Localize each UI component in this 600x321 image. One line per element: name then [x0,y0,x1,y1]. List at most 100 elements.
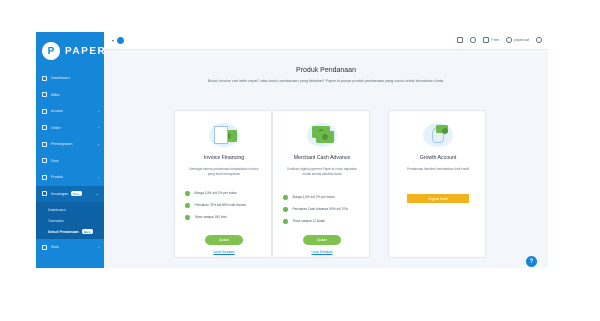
app-window: P PAPER Dashboard Mitra Invoice › Order › … [36,32,548,268]
invoice-illustration [209,123,239,147]
chevron-down-icon: ⌄ [95,191,99,197]
coming-soon-ribbon: Segera Hadir [407,194,469,203]
bell-icon[interactable] [457,37,464,43]
sidebar-item-pembayaran[interactable]: Pembayaran › [36,136,104,153]
chevron-right-icon: › [97,108,99,114]
help-chat-button[interactable]: ? [526,256,537,267]
dashboard-icon [42,75,47,81]
sidebar-item-label: Dashboard [51,76,70,81]
dropdown-caret-icon: ▾ [112,38,115,43]
apply-button[interactable]: Ajukan [303,235,341,245]
sidebar-item-stok-bottom[interactable]: Stok › [36,239,104,256]
sidebar-item-produk[interactable]: Produk › [36,169,104,186]
money-icon [316,131,334,143]
home-icon [483,37,490,43]
card-title: Invoice Financing [203,155,245,161]
sidebar-item-mitra[interactable]: Mitra [36,87,104,104]
check-icon [283,207,288,212]
company-selector[interactable]: ▾ [112,37,125,44]
sidebar-item-label: Mitra [51,92,60,97]
card-description: Berbagai skema pendanaan berbasiskan Inv… [189,167,259,176]
submenu-label: Transaksi [48,218,64,223]
sidebar-item-keuangan[interactable]: Keuangan Baru ⌄ [36,185,104,202]
card-invoice-financing: Invoice Financing Berbagai skema pendana… [174,110,272,258]
sidebar: P PAPER Dashboard Mitra Invoice › Order › … [36,32,106,268]
cart-icon [42,125,47,131]
feature-text: Pencairan 75% s/d 80% nilai Invoice [194,203,247,208]
product-icon [42,174,47,180]
brand-logo[interactable]: P PAPER [42,42,106,60]
document-icon [214,126,228,144]
new-badge: Baru [71,191,82,197]
submenu-label: Dashboard [48,207,66,212]
account-label: papercat [514,38,529,42]
simulation-link[interactable]: Lihat Simulasi [175,250,273,254]
apply-button[interactable]: Ajukan [205,235,243,245]
brand-name: PAPER [65,45,107,57]
card-merchant-cash-advance: Merchant Cash Advance Suntikan digital p… [272,110,370,258]
check-icon [185,215,190,220]
feature-text: Bunga 1,5% s/d 2% per bulan [292,195,335,200]
sidebar-item-label: Produk [51,175,64,180]
logo-letter: P [47,45,55,57]
box-icon [42,244,47,250]
card-description: Suntikan digital payment Paper.id untuk … [287,167,357,176]
growth-illustration [423,123,453,147]
cash-illustration [307,123,337,147]
wallet-icon [42,191,47,197]
sidebar-menu: Dashboard Mitra Invoice › Order › Pembayar… [36,70,104,256]
feature-item: Bunga 1,5% s/d 2% per bulan [283,195,367,200]
help-icon[interactable] [470,37,477,43]
feature-text: Bunga 1,5% s/d 2% per bulan [194,191,237,196]
feature-item: Bunga 1,5% s/d 2% per bulan [185,191,269,196]
payment-icon [42,141,47,147]
simulation-link[interactable]: Lihat Simulasi [273,250,371,254]
sidebar-item-label: Order [51,125,61,130]
sidebar-item-label: Stok [51,245,59,250]
sidebar-item-stok[interactable]: Stok [36,153,104,170]
card-description: Pendanaan fleksibel berbasiskan limit kr… [406,167,469,171]
check-icon [185,191,190,196]
feature-item: Pencairan Cash Advance 50% s/d 70% [283,207,367,212]
settings-icon[interactable] [536,37,542,43]
logo-icon: P [42,42,60,60]
account-menu[interactable]: papercat [506,37,529,43]
money-icon [436,125,448,134]
card-title: Growth Account [419,155,457,161]
users-icon [42,92,47,98]
submenu-item-dashboard[interactable]: Dashboard [36,204,104,215]
sidebar-item-invoice[interactable]: Invoice › [36,103,104,120]
sidebar-item-dashboard[interactable]: Dashboard [36,70,104,87]
check-icon [185,203,190,208]
check-icon [283,219,288,224]
card-title: Merchant Cash Advance [293,155,351,161]
sidebar-item-label: Pembayaran [51,142,73,147]
submenu-item-sekuil-pendanaan[interactable]: Sekuil Pendanaan Baru [36,226,104,237]
keuangan-submenu: Dashboard Transaksi Sekuil Pendanaan Baru [36,202,104,239]
plan-menu[interactable]: Free [483,37,499,43]
topbar: ▾ Free papercat [104,32,548,50]
sidebar-item-order[interactable]: Order › [36,120,104,137]
sidebar-item-label: Stok [51,158,59,163]
topbar-actions: Free papercat [457,37,542,43]
feature-text: Pencairan Cash Advance 50% s/d 70% [292,207,348,212]
feature-item: Pencairan 75% s/d 80% nilai Invoice [185,203,269,208]
card-growth-account: Growth Account Pendanaan fleksibel berba… [388,110,486,258]
feature-item: Tenor sampai 12 Bulan [283,219,367,224]
chevron-right-icon: › [97,141,99,147]
chevron-right-icon: › [97,174,99,180]
plan-label: Free [491,38,500,42]
feature-text: Tenor sampai 180 Hari [194,215,227,220]
sidebar-item-label: Invoice [51,109,64,114]
page-subtitle: Butuh Invoice cair lebih cepat? atau but… [207,79,445,83]
sidebar-item-label: Keuangan [51,191,69,196]
submenu-item-transaksi[interactable]: Transaksi [36,215,104,226]
invoice-icon [42,108,47,114]
submenu-label: Sekuil Pendanaan [48,229,79,234]
user-icon [506,37,513,43]
feature-item: Tenor sampai 180 Hari [185,215,269,220]
chevron-right-icon: › [97,125,99,131]
feature-text: Tenor sampai 12 Bulan [292,219,326,224]
company-avatar [117,37,125,44]
box-icon [42,158,47,164]
